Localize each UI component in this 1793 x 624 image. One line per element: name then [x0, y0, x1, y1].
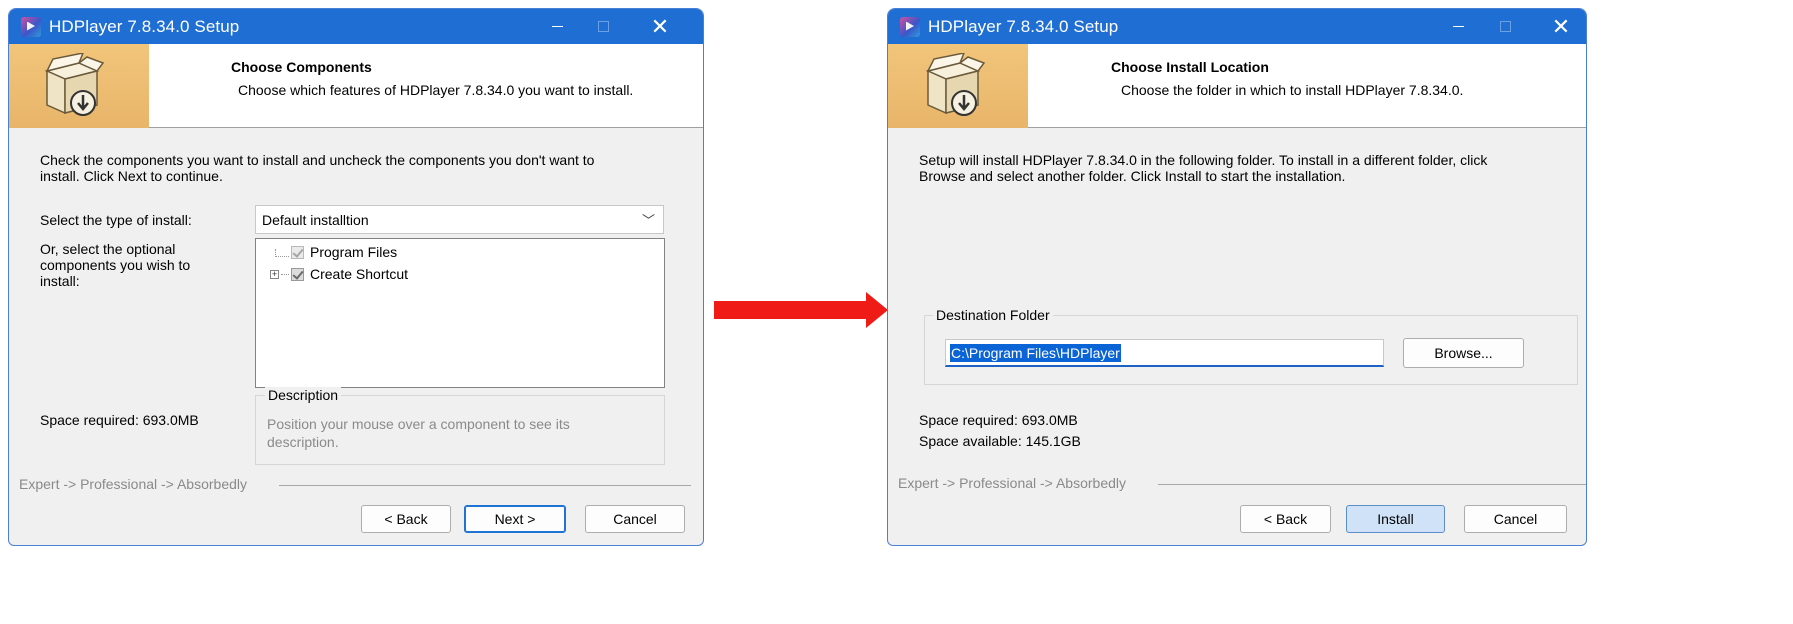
close-button[interactable]: ✕ [1538, 9, 1584, 44]
window-title: HDPlayer 7.8.34.0 Setup [928, 16, 1119, 36]
space-required: Space required: 693.0MB [40, 412, 199, 428]
program-files-label: Program Files [310, 244, 398, 260]
minimize-button[interactable] [534, 9, 580, 44]
install-location-window: HDPlayer 7.8.34.0 Setup ✕ Choose Install… [887, 8, 1587, 546]
install-type-value: Default installtion [262, 211, 369, 228]
tree-item-create-shortcut[interactable]: + Create Shortcut [270, 266, 408, 282]
header-title: Choose Components [231, 59, 372, 75]
header-title: Choose Install Location [1111, 59, 1269, 75]
install-type-label: Select the type of install: [40, 212, 192, 228]
browse-button[interactable]: Browse... [1403, 338, 1524, 368]
branding-divider [279, 485, 691, 486]
description-line-1: Position your mouse over a component to … [267, 416, 570, 432]
instruction-line-2: Browse and select another folder. Click … [919, 168, 1346, 184]
program-files-checkbox[interactable] [291, 245, 304, 259]
back-button[interactable]: < Back [1240, 505, 1331, 533]
install-button[interactable]: Install [1346, 505, 1445, 533]
minimize-icon [1452, 25, 1464, 28]
installer-box-icon [44, 53, 105, 116]
install-type-dropdown[interactable]: Default installtion ﹀ [255, 205, 664, 234]
cancel-button[interactable]: Cancel [585, 505, 685, 533]
arrow-right-icon [866, 292, 888, 328]
maximize-icon [1499, 21, 1511, 32]
close-icon: ✕ [1551, 13, 1571, 39]
create-shortcut-label: Create Shortcut [310, 266, 409, 282]
tree-connector [281, 273, 289, 275]
header-subtitle: Choose which features of HDPlayer 7.8.34… [238, 82, 634, 98]
hdplayer-app-icon [21, 16, 41, 37]
title-bar[interactable]: HDPlayer 7.8.34.0 Setup ✕ [888, 9, 1586, 44]
branding-divider [1158, 484, 1586, 485]
components-setup-window: HDPlayer 7.8.34.0 Setup ✕ Choose Compone… [8, 8, 704, 546]
tree-connector [275, 249, 289, 257]
transition-arrow-shaft [714, 301, 868, 319]
installer-box-icon [925, 53, 986, 116]
destination-path-value: C:\Program Files\HDPlayer [950, 343, 1121, 362]
destination-title: Destination Folder [933, 307, 1053, 323]
next-button[interactable]: Next > [464, 505, 566, 533]
back-button[interactable]: < Back [361, 505, 451, 533]
instruction-line-1: Setup will install HDPlayer 7.8.34.0 in … [919, 152, 1488, 168]
destination-path-input[interactable]: C:\Program Files\HDPlayer [945, 339, 1384, 367]
window-title: HDPlayer 7.8.34.0 Setup [49, 16, 240, 36]
maximize-icon [597, 21, 609, 32]
close-icon: ✕ [650, 13, 670, 39]
expand-icon[interactable]: + [270, 269, 279, 279]
header-subtitle: Choose the folder in which to install HD… [1121, 82, 1464, 98]
space-available: Space available: 145.1GB [919, 433, 1081, 449]
tree-item-program-files[interactable]: Program Files [291, 244, 397, 260]
optional-label-line-1: Or, select the optional [40, 241, 176, 257]
page-header: Choose Install Location Choose the folde… [888, 44, 1586, 128]
optional-label-line-2: components you wish to [40, 257, 191, 273]
cancel-button[interactable]: Cancel [1464, 505, 1567, 533]
description-title: Description [265, 387, 342, 403]
description-line-2: description. [267, 434, 339, 450]
title-bar[interactable]: HDPlayer 7.8.34.0 Setup ✕ [9, 9, 703, 44]
maximize-button[interactable] [580, 9, 626, 44]
branding-text: Expert -> Professional -> Absorbedly [898, 475, 1127, 491]
minimize-button[interactable] [1435, 9, 1481, 44]
hdplayer-app-icon [900, 16, 920, 37]
instruction-line-2: install. Click Next to continue. [40, 168, 223, 184]
space-required: Space required: 693.0MB [919, 412, 1078, 428]
components-tree[interactable]: Program Files + Create Shortcut [255, 238, 665, 388]
create-shortcut-checkbox[interactable] [291, 267, 304, 281]
page-header: Choose Components Choose which features … [9, 44, 703, 128]
close-button[interactable]: ✕ [637, 9, 683, 44]
optional-label-line-3: install: [40, 273, 80, 289]
minimize-icon [551, 25, 563, 28]
branding-text: Expert -> Professional -> Absorbedly [19, 476, 248, 492]
chevron-down-icon: ﹀ [641, 213, 655, 228]
maximize-button[interactable] [1482, 9, 1528, 44]
instruction-line-1: Check the components you want to install… [40, 152, 595, 168]
